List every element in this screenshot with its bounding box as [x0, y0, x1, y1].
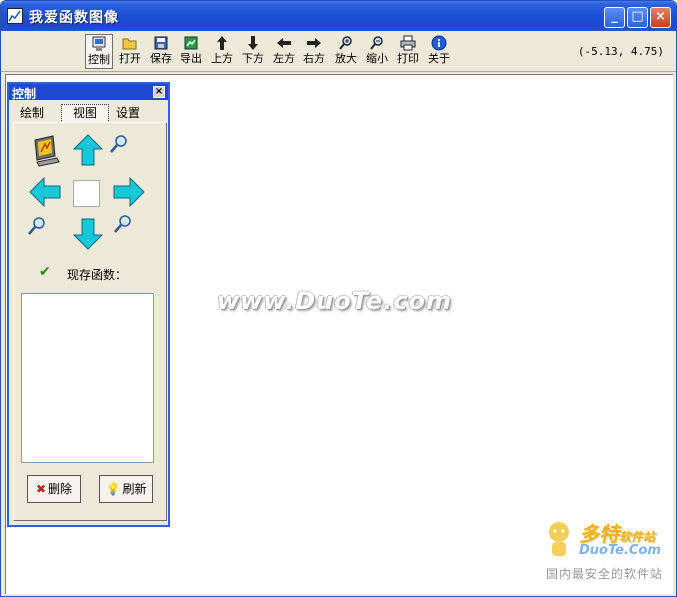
info-icon — [431, 35, 447, 51]
toolbar-about-label: 关于 — [428, 52, 450, 65]
watermark-text: www.DuoTe.com — [217, 287, 452, 315]
toolbar-left-label: 左方 — [273, 52, 295, 65]
zoom-in-small-icon[interactable] — [109, 134, 129, 154]
tab-settings[interactable]: 设置 — [111, 105, 145, 122]
main-window: 我爱函数图像 _ □ × 控制 打开 保存 导出 上方 下方 左方 右方 放大 … — [0, 0, 677, 597]
toolbar-open-label: 打开 — [119, 52, 141, 65]
function-list[interactable] — [21, 293, 154, 463]
coordinate-readout: (-5.13, 4.75) — [577, 45, 664, 58]
save-disk-icon — [154, 36, 168, 50]
zoom-small-icon[interactable] — [113, 214, 133, 234]
nav-up-arrow-icon[interactable] — [73, 134, 103, 166]
toolbar-print-button[interactable]: 打印 — [394, 34, 422, 69]
logo-slogan: 国内最安全的软件站 — [546, 567, 664, 581]
arrow-left-icon — [277, 38, 291, 48]
nav-left-arrow-icon[interactable] — [29, 177, 61, 207]
toolbar-control-label: 控制 — [88, 53, 110, 66]
control-panel: 控制 × 绘制 视图 设置 ✔ 现存函数： ✖ 删除 💡 刷新 — [7, 82, 170, 527]
toolbar-export-button[interactable]: 导出 — [177, 34, 205, 69]
toolbar-save-button[interactable]: 保存 — [147, 34, 175, 69]
zoom-in-icon — [339, 36, 352, 50]
duote-logo: 多特软件站 DuoTe.Com 国内最安全的软件站 — [543, 518, 673, 584]
arrow-right-icon — [307, 38, 321, 48]
toolbar-save-label: 保存 — [150, 52, 172, 65]
toolbar-export-label: 导出 — [180, 52, 202, 65]
nav-center-square[interactable] — [73, 180, 100, 207]
toolbar-left-button[interactable]: 左方 — [270, 34, 298, 69]
zoom-out-icon — [370, 36, 383, 50]
control-panel-icon — [92, 36, 106, 51]
lightbulb-icon: 💡 — [105, 482, 121, 496]
refresh-button[interactable]: 💡 刷新 — [99, 475, 153, 503]
arrow-up-icon — [217, 36, 227, 50]
printer-icon — [400, 35, 416, 51]
toolbar-about-button[interactable]: 关于 — [425, 34, 453, 69]
window-title: 我爱函数图像 — [29, 10, 119, 26]
export-image-icon — [184, 36, 198, 50]
toolbar-control-button[interactable]: 控制 — [85, 34, 113, 69]
nav-right-arrow-icon[interactable] — [113, 177, 145, 207]
zoom-out-small-icon[interactable] — [27, 216, 47, 236]
toolbar-down-button[interactable]: 下方 — [239, 34, 267, 69]
delete-x-icon: ✖ — [35, 482, 47, 496]
toolbar-up-button[interactable]: 上方 — [208, 34, 236, 69]
delete-button-label: 删除 — [48, 482, 73, 496]
toolbar-right-button[interactable]: 右方 — [300, 34, 328, 69]
toolbar-up-label: 上方 — [211, 52, 233, 65]
toolbar-zoom-out-button[interactable]: 缩小 — [363, 34, 391, 69]
toolbar-open-button[interactable]: 打开 — [116, 34, 144, 69]
checkmark-icon: ✔ — [39, 264, 51, 280]
panel-title: 控制 — [12, 87, 37, 101]
toolbar: 控制 打开 保存 导出 上方 下方 左方 右方 放大 缩小 打印 关于 — [1, 31, 676, 72]
monitor-reset-icon[interactable] — [31, 134, 61, 168]
toolbar-print-label: 打印 — [397, 52, 419, 65]
toolbar-zoom-in-button[interactable]: 放大 — [332, 34, 360, 69]
app-chart-icon — [7, 8, 23, 24]
nav-down-arrow-icon[interactable] — [73, 218, 103, 250]
toolbar-zoom-in-label: 放大 — [335, 52, 357, 65]
logo-site: DuoTe.Com — [579, 543, 661, 558]
minimize-button[interactable]: _ — [604, 7, 625, 28]
panel-close-button[interactable]: × — [153, 86, 165, 98]
tab-view[interactable]: 视图 — [61, 104, 109, 123]
arrow-down-icon — [248, 36, 258, 50]
panel-title-bar[interactable]: 控制 × — [9, 84, 168, 101]
toolbar-zoom-out-label: 缩小 — [366, 52, 388, 65]
current-functions-label: 现存函数： — [67, 268, 128, 282]
refresh-button-label: 刷新 — [122, 482, 147, 496]
tab-draw[interactable]: 绘制 — [15, 105, 49, 122]
mascot-icon — [549, 522, 569, 556]
open-folder-icon — [122, 38, 137, 50]
maximize-button[interactable]: □ — [627, 7, 648, 28]
toolbar-down-label: 下方 — [242, 52, 264, 65]
title-bar[interactable]: 我爱函数图像 _ □ × — [1, 1, 676, 31]
close-button[interactable]: × — [650, 7, 671, 28]
delete-button[interactable]: ✖ 删除 — [27, 475, 81, 503]
toolbar-right-label: 右方 — [303, 52, 325, 65]
